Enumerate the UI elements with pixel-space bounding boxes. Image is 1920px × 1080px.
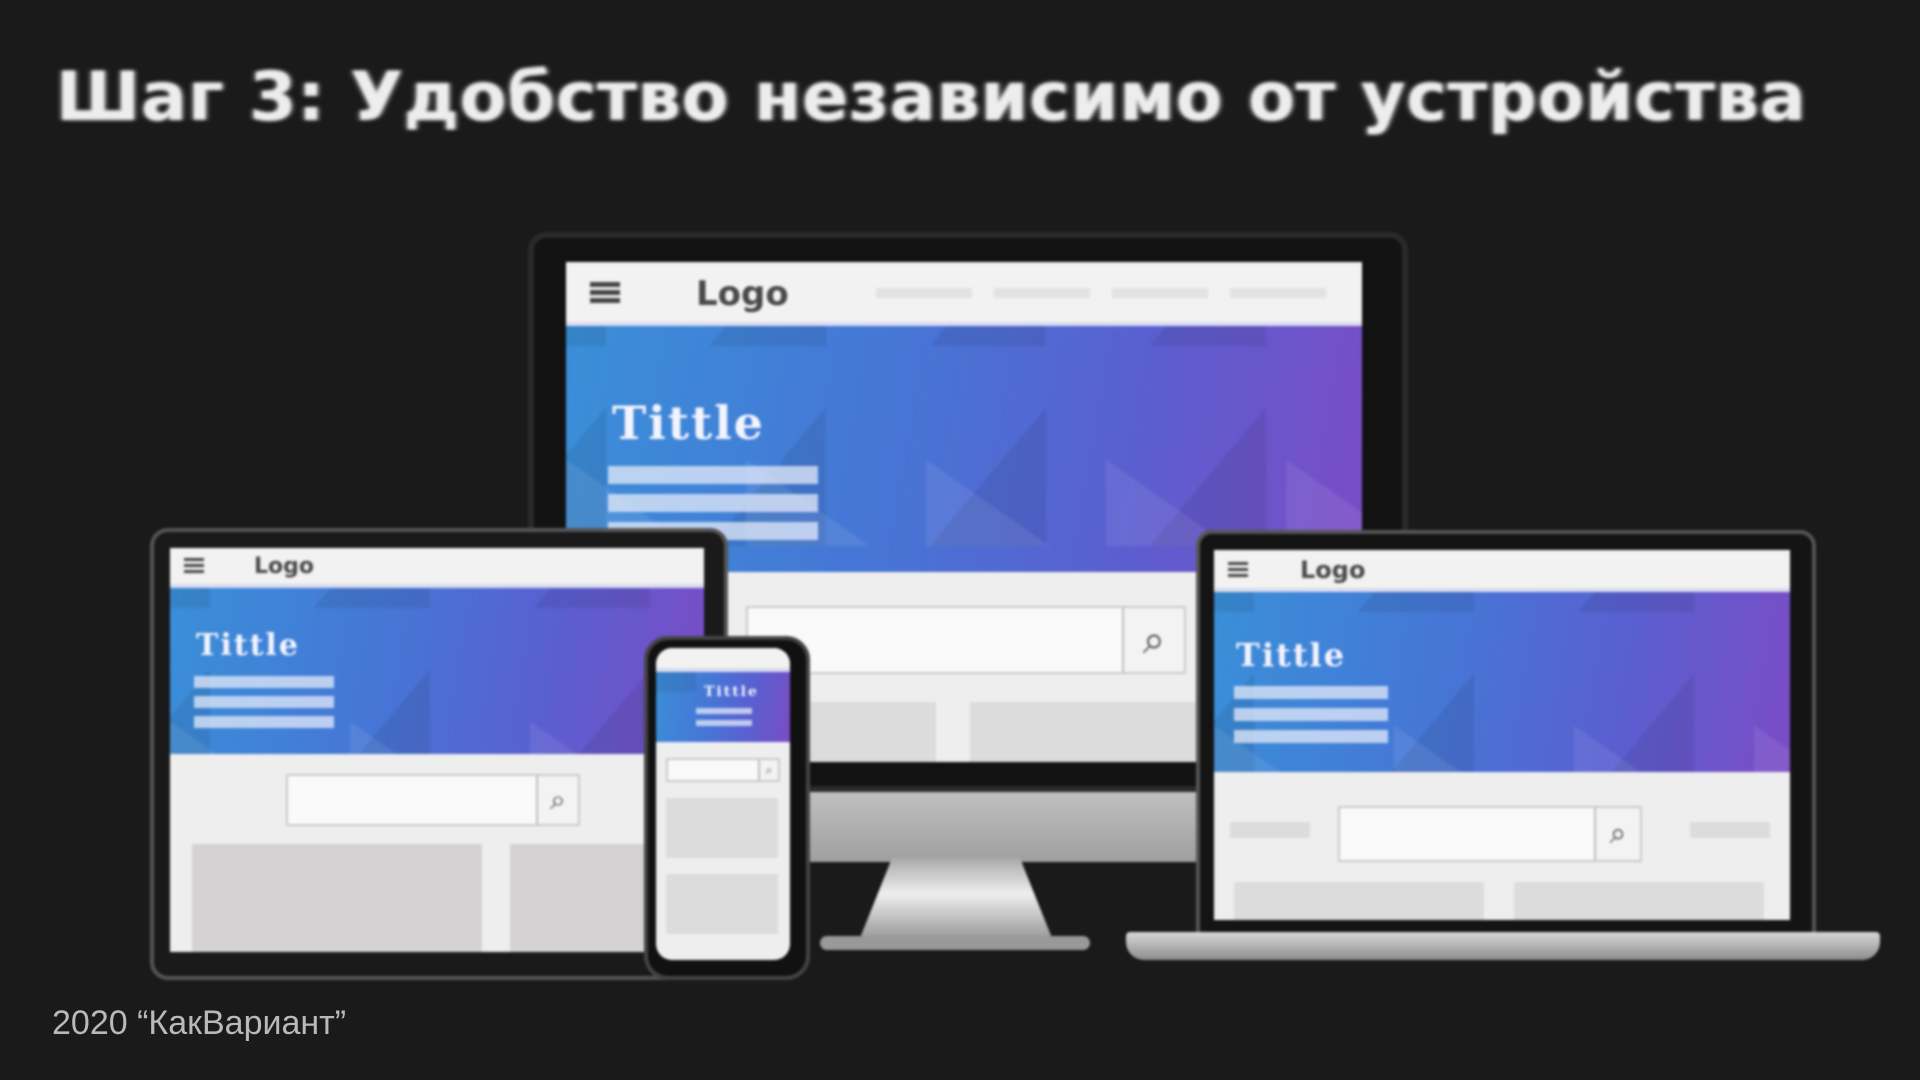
hero-text-line: [1234, 730, 1388, 743]
hamburger-menu-icon: [590, 282, 620, 306]
content-block: [666, 798, 778, 858]
laptop-hero-title: Tittle: [1236, 636, 1347, 674]
tablet-screen: Logo Tittle ⌕: [170, 548, 704, 952]
tablet-search-bar: ⌕: [286, 774, 580, 826]
search-icon: ⌕: [758, 760, 778, 780]
hamburger-menu-icon: [184, 558, 204, 576]
hero-text-line: [608, 466, 818, 484]
phone-hero: Tittle: [656, 672, 790, 742]
hamburger-menu-icon: [1228, 562, 1248, 580]
nav-link: [876, 288, 972, 298]
content-block: [192, 844, 482, 952]
laptop-screen: Logo Tittle ⌕: [1214, 550, 1790, 920]
nav-link: [994, 288, 1090, 298]
content-block: [666, 874, 778, 934]
laptop-hero: Tittle: [1214, 592, 1790, 772]
hero-text-line: [696, 708, 752, 714]
tablet-hero: Tittle: [170, 588, 704, 754]
phone-hero-title: Tittle: [704, 684, 759, 700]
hero-text-line: [194, 716, 334, 728]
monitor-base: [820, 936, 1090, 950]
laptop-logo: Logo: [1300, 556, 1366, 584]
hero-text-line: [1234, 708, 1388, 721]
tablet-hero-title: Tittle: [196, 628, 300, 663]
monitor-nav: Logo: [566, 262, 1362, 326]
laptop-base: [1126, 932, 1880, 960]
phone-screen: Tittle ⌕: [656, 648, 790, 960]
content-block: [1690, 822, 1770, 838]
monitor-hero-title: Tittle: [612, 396, 765, 450]
tablet-nav: Logo: [170, 548, 704, 588]
device-mockup-scene: Logo Tittle ⌕ Logo Tittle ⌕ Logo Tittle …: [0, 0, 1920, 1080]
monitor-search-bar: ⌕: [746, 606, 1186, 674]
nav-link: [1230, 288, 1326, 298]
phone-search-bar: ⌕: [666, 758, 780, 782]
footer-copyright: 2020 “КакВариант”: [52, 1004, 347, 1042]
hero-text-line: [1234, 686, 1388, 699]
hero-text-line: [194, 676, 334, 688]
monitor-logo: Logo: [696, 274, 789, 314]
content-block: [1234, 882, 1484, 920]
content-block: [1230, 822, 1310, 838]
laptop-search-bar: ⌕: [1338, 806, 1642, 862]
hero-text-line: [194, 696, 334, 708]
hero-text-line: [696, 720, 752, 726]
search-icon: ⌕: [1122, 608, 1184, 672]
content-block: [1514, 882, 1764, 920]
search-icon: ⌕: [1594, 808, 1640, 860]
hero-text-line: [608, 494, 818, 512]
phone-nav: [656, 648, 790, 672]
laptop-nav: Logo: [1214, 550, 1790, 592]
search-icon: ⌕: [536, 776, 578, 824]
tablet-logo: Logo: [254, 554, 314, 579]
nav-link: [1112, 288, 1208, 298]
monitor-stand: [856, 858, 1056, 948]
